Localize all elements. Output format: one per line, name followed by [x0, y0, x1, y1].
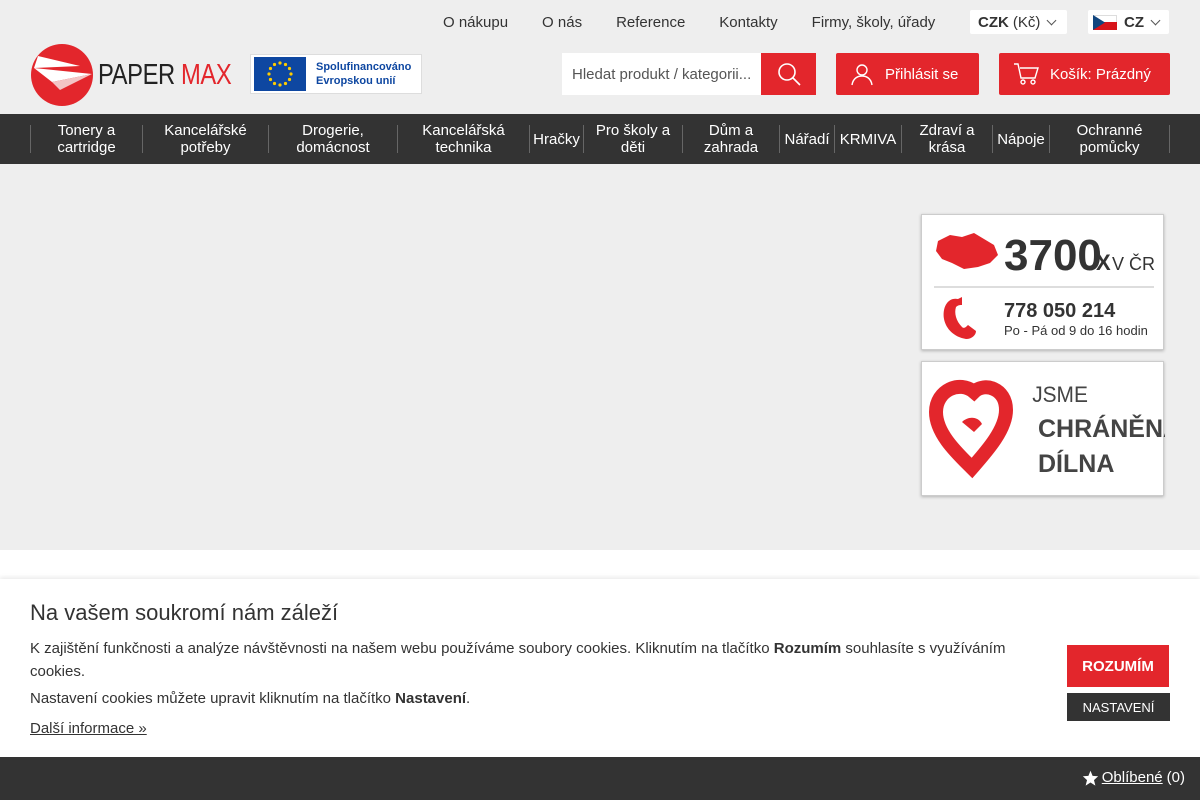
- cookie-consent-panel: Na vašem soukromí nám záleží K zajištění…: [0, 579, 1200, 757]
- phone-banner[interactable]: 3700 X V ČR 778 050 214 Po - Pá od 9 do …: [921, 214, 1164, 350]
- category-kancelarske-potreby[interactable]: Kancelářské potřeby: [142, 122, 268, 156]
- eu-badge-line1: Spolufinancováno: [316, 61, 412, 73]
- topnav-link-firmy[interactable]: Firmy, školy, úřady: [812, 14, 936, 31]
- content-band: [0, 550, 1200, 580]
- count-number: 3700: [1004, 231, 1102, 280]
- cookie-settings-text: Nastavení cookies můžete upravit kliknut…: [30, 690, 471, 707]
- logo[interactable]: PAPER MAX: [30, 44, 232, 106]
- topnav-link-reference[interactable]: Reference: [616, 14, 685, 31]
- office-hours: Po - Pá od 9 do 16 hodin: [1004, 323, 1148, 338]
- czech-flag-icon: [1093, 14, 1117, 30]
- topnav-link-o-nas[interactable]: O nás: [542, 14, 582, 31]
- chevron-down-icon: [1046, 15, 1057, 25]
- cookie-accept-button[interactable]: ROZUMÍM: [1067, 645, 1169, 687]
- star-icon: [1082, 770, 1098, 786]
- search-button[interactable]: [761, 53, 816, 95]
- logo-mark-icon: [30, 44, 94, 106]
- count-x: X: [1096, 250, 1111, 275]
- category-ochranne-pomucky[interactable]: Ochranné pomůcky: [1049, 122, 1170, 156]
- header: O nákupu O nás Reference Kontakty Firmy,…: [0, 0, 1200, 114]
- topnav-link-kontakty[interactable]: Kontakty: [719, 14, 777, 31]
- eu-badge-line2: Evropskou unií: [316, 75, 396, 87]
- cookie-text: K zajištění funkčnosti a analýze návštěv…: [30, 640, 1006, 680]
- category-pro-skoly[interactable]: Pro školy a děti: [583, 122, 682, 156]
- logo-text: PAPER MAX: [98, 58, 232, 91]
- search-input[interactable]: [562, 53, 761, 95]
- czech-map-icon: [936, 233, 998, 269]
- cart-button[interactable]: Košík: Prázdný: [999, 53, 1170, 95]
- cookie-settings-button[interactable]: NASTAVENÍ: [1067, 693, 1170, 721]
- topnav-link-o-nakupu[interactable]: O nákupu: [443, 14, 508, 31]
- category-tonery[interactable]: Tonery a cartridge: [30, 122, 142, 156]
- eu-cofinanced-badge: Spolufinancováno Evropskou unií: [250, 54, 422, 94]
- category-dum-a-zahrada[interactable]: Dům a zahrada: [682, 122, 779, 156]
- heart-line3: DÍLNA: [1038, 449, 1114, 478]
- language-select[interactable]: CZ: [1088, 10, 1169, 34]
- category-kancelarska-technika[interactable]: Kancelářská technika: [397, 122, 529, 156]
- heart-hands-icon: [928, 379, 1014, 479]
- category-napoje[interactable]: Nápoje: [992, 125, 1049, 153]
- protected-workshop-banner[interactable]: JSME CHRÁNĚNÁ DÍLNA: [921, 361, 1181, 496]
- user-icon: [851, 64, 873, 86]
- favorites-count: (0): [1166, 769, 1185, 786]
- cart-icon: [1014, 63, 1039, 85]
- search-box: [562, 53, 816, 95]
- cookie-more-info-link[interactable]: Další informace »: [30, 720, 147, 737]
- category-naradi[interactable]: Nářadí: [779, 125, 834, 153]
- category-krmiva[interactable]: KRMIVA: [834, 125, 901, 153]
- login-label: Přihlásit se: [885, 65, 959, 83]
- cookie-title: Na vašem soukromí nám záleží: [30, 600, 339, 625]
- favorites: Oblíbené (0): [1082, 769, 1185, 786]
- category-hracky[interactable]: Hračky: [529, 125, 583, 153]
- currency-symbol: (Kč): [1012, 13, 1041, 31]
- chevron-down-icon: [1150, 15, 1161, 25]
- top-navigation: O nákupu O nás Reference Kontakty Firmy,…: [426, 12, 952, 32]
- login-button[interactable]: Přihlásit se: [836, 53, 979, 95]
- language-code: CZ: [1124, 13, 1144, 31]
- cart-label: Košík: Prázdný: [1050, 65, 1151, 83]
- search-icon: [777, 63, 801, 86]
- favorites-bar: Oblíbené (0): [0, 757, 1200, 800]
- currency-code: CZK: [978, 13, 1009, 31]
- phone-icon: [943, 297, 976, 339]
- category-navigation: Tonery a cartridge Kancelářské potřeby Dro…: [0, 114, 1200, 164]
- currency-select[interactable]: CZK (Kč): [970, 10, 1067, 34]
- eu-flag-icon: [254, 57, 306, 91]
- heart-line1: JSME: [1032, 383, 1088, 408]
- phone-number: 778 050 214: [1004, 300, 1116, 322]
- category-zdravi-a-krasa[interactable]: Zdraví a krása: [901, 122, 992, 156]
- category-drogerie[interactable]: Drogerie, domácnost: [268, 122, 397, 156]
- favorites-link[interactable]: Oblíbené: [1102, 769, 1163, 786]
- heart-line2: CHRÁNĚNÁ: [1038, 413, 1165, 443]
- count-suffix: V ČR: [1112, 253, 1155, 274]
